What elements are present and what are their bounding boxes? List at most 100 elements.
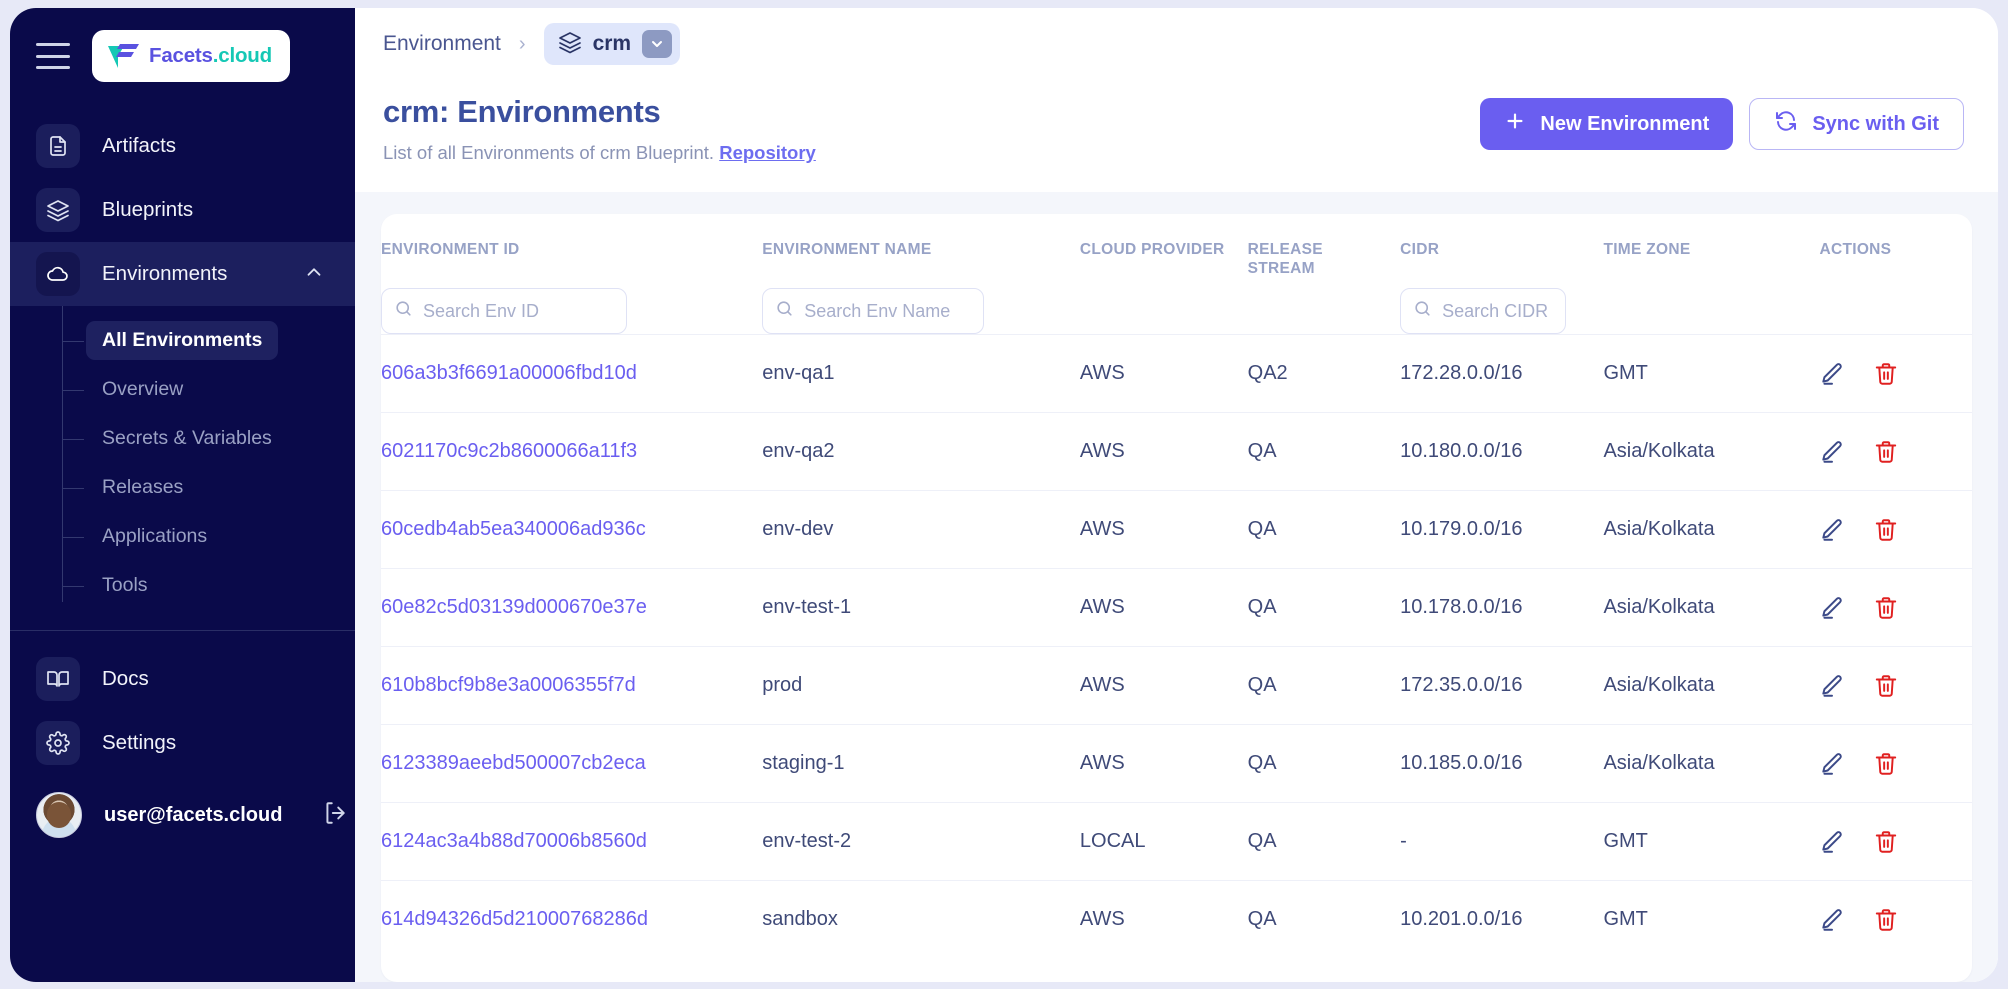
table-row: 614d94326d5d21000768286d sandbox AWS QA 10.2… — [381, 880, 1972, 959]
cell-environment-name: env-qa1 — [762, 334, 1080, 413]
page-subtitle-text: List of all Environments of crm Blueprin… — [383, 142, 715, 163]
delete-icon[interactable] — [1873, 907, 1899, 933]
cidr-text: 172.35.0.0/16 — [1400, 674, 1523, 696]
new-environment-button[interactable]: New Environment — [1480, 98, 1734, 150]
sidebar-item-overview[interactable]: Overview — [10, 365, 355, 414]
cell-cloud-provider: AWS — [1079, 724, 1248, 803]
release-stream-text: QA — [1247, 518, 1277, 540]
sidebar-subnav-environments: All Environments Overview Secrets & Vari… — [10, 306, 355, 624]
environment-name-text: env-test-2 — [762, 830, 852, 852]
environment-id-link[interactable]: 6021170c9c2b8600066a11f3 — [381, 440, 651, 462]
cidr-text: 10.180.0.0/16 — [1400, 440, 1523, 462]
table-header: ENVIRONMENT ID Search Env ID ENVIRONMENT… — [381, 214, 1972, 335]
cell-release-stream: QA — [1247, 802, 1401, 881]
edit-icon[interactable] — [1819, 517, 1845, 543]
breadcrumb-root[interactable]: Environment — [383, 32, 501, 56]
chevron-up-icon[interactable] — [303, 261, 325, 288]
search-env-name-input[interactable]: Search Env Name — [762, 288, 985, 334]
environment-name-text: env-qa1 — [762, 362, 835, 384]
search-env-id-placeholder: Search Env ID — [423, 300, 540, 321]
time-zone-text: Asia/Kolkata — [1603, 752, 1715, 774]
delete-icon[interactable] — [1873, 517, 1899, 543]
user-account-row[interactable]: user@facets.cloud — [10, 775, 355, 855]
new-environment-label: New Environment — [1540, 112, 1710, 135]
cell-cloud-provider: AWS — [1079, 568, 1248, 647]
edit-icon[interactable] — [1819, 595, 1845, 621]
page-title: crm: Environments — [383, 94, 661, 129]
cell-actions — [1819, 334, 1972, 413]
environment-id-link[interactable]: 614d94326d5d21000768286d — [381, 908, 662, 930]
sidebar-item-environments[interactable]: Environments — [10, 242, 355, 306]
table-row: 6021170c9c2b8600066a11f3 env-qa2 AWS QA 10.1… — [381, 412, 1972, 491]
edit-icon[interactable] — [1819, 751, 1845, 777]
release-stream-text: QA — [1247, 752, 1277, 774]
environment-id-link[interactable]: 60e82c5d03139d000670e37e — [381, 596, 661, 618]
environment-id-link[interactable]: 606a3b3f6691a00006fbd10d — [381, 362, 651, 384]
sidebar-item-artifacts[interactable]: Artifacts — [10, 114, 355, 178]
environment-id-link[interactable]: 6124ac3a4b88d70006b8560d — [381, 830, 661, 852]
repository-link[interactable]: Repository — [719, 142, 816, 163]
delete-icon[interactable] — [1873, 829, 1899, 855]
environment-id-link[interactable]: 610b8bcf9b8e3a0006355f7d — [381, 674, 650, 696]
delete-icon[interactable] — [1873, 673, 1899, 699]
main-content: Environment › crm crm: Environments List… — [355, 8, 1998, 982]
sync-with-git-label: Sync with Git — [1812, 112, 1939, 135]
sidebar-subitem-label: Releases — [102, 476, 184, 498]
sidebar-item-applications[interactable]: Applications — [10, 512, 355, 561]
cell-release-stream: QA — [1247, 490, 1401, 569]
sidebar-item-all-environments[interactable]: All Environments — [10, 316, 355, 365]
sidebar-item-settings[interactable]: Settings — [10, 711, 355, 775]
cell-release-stream: QA2 — [1247, 334, 1401, 413]
logout-icon[interactable] — [322, 800, 348, 831]
sidebar-item-docs[interactable]: Docs — [10, 647, 355, 711]
table-row: 610b8bcf9b8e3a0006355f7d prod AWS QA 172.35.… — [381, 646, 1972, 725]
cell-time-zone: GMT — [1603, 802, 1820, 881]
edit-icon[interactable] — [1819, 673, 1845, 699]
cell-environment-id: 60e82c5d03139d000670e37e — [381, 568, 763, 647]
chevron-down-icon[interactable] — [642, 30, 673, 58]
search-env-id-input[interactable]: Search Env ID — [381, 288, 627, 334]
time-zone-text: GMT — [1603, 830, 1648, 852]
table-row: 60cedb4ab5ea340006ad936c env-dev AWS QA 10.1… — [381, 490, 1972, 569]
breadcrumb-blueprint-chip[interactable]: crm — [543, 23, 681, 65]
time-zone-text: GMT — [1603, 362, 1648, 384]
sidebar-item-blueprints[interactable]: Blueprints — [10, 178, 355, 242]
delete-icon[interactable] — [1873, 439, 1899, 465]
column-header-environment-id: ENVIRONMENT ID Search Env ID — [381, 214, 762, 335]
column-header-cloud-provider: CLOUD PROVIDER — [1080, 214, 1248, 335]
column-header-time-zone: TIME ZONE — [1603, 214, 1819, 335]
table-row: 60e82c5d03139d000670e37e env-test-1 AWS QA 1… — [381, 568, 1972, 647]
cell-release-stream: QA — [1247, 412, 1401, 491]
delete-icon[interactable] — [1873, 595, 1899, 621]
edit-icon[interactable] — [1819, 439, 1845, 465]
book-icon — [36, 657, 80, 701]
plus-icon — [1504, 110, 1526, 138]
cell-environment-id: 60cedb4ab5ea340006ad936c — [381, 490, 763, 569]
sidebar-item-tools[interactable]: Tools — [10, 561, 355, 610]
app-window: Facets.cloud Artifacts Blueprints Enviro… — [10, 8, 1998, 982]
sidebar-item-releases[interactable]: Releases — [10, 463, 355, 512]
breadcrumb-chip-label: crm — [592, 32, 632, 55]
cloud-provider-text: LOCAL — [1079, 830, 1146, 852]
cidr-text: 10.201.0.0/16 — [1400, 908, 1523, 931]
edit-icon[interactable] — [1819, 907, 1845, 933]
sidebar-header: Facets.cloud — [10, 8, 355, 104]
cell-environment-id: 614d94326d5d21000768286d — [381, 880, 763, 959]
search-cidr-input[interactable]: Search CIDR — [1400, 288, 1567, 334]
column-header-environment-name: ENVIRONMENT NAME Search Env Name — [762, 214, 1080, 335]
edit-icon[interactable] — [1819, 829, 1845, 855]
sidebar-item-secrets-variables[interactable]: Secrets & Variables — [10, 414, 355, 463]
environment-id-link[interactable]: 60cedb4ab5ea340006ad936c — [381, 518, 660, 540]
cell-environment-id: 6021170c9c2b8600066a11f3 — [381, 412, 763, 491]
facets-logo[interactable]: Facets.cloud — [92, 30, 290, 82]
time-zone-text: Asia/Kolkata — [1603, 518, 1715, 540]
layers-icon — [558, 30, 582, 59]
sync-with-git-button[interactable]: Sync with Git — [1749, 98, 1964, 150]
environment-id-link[interactable]: 6123389aeebd500007cb2eca — [381, 752, 660, 774]
delete-icon[interactable] — [1873, 751, 1899, 777]
delete-icon[interactable] — [1873, 361, 1899, 387]
hamburger-menu-icon[interactable] — [36, 43, 70, 69]
breadcrumb: Environment › crm — [355, 8, 1998, 80]
edit-icon[interactable] — [1819, 361, 1845, 387]
refresh-icon — [1774, 109, 1798, 139]
